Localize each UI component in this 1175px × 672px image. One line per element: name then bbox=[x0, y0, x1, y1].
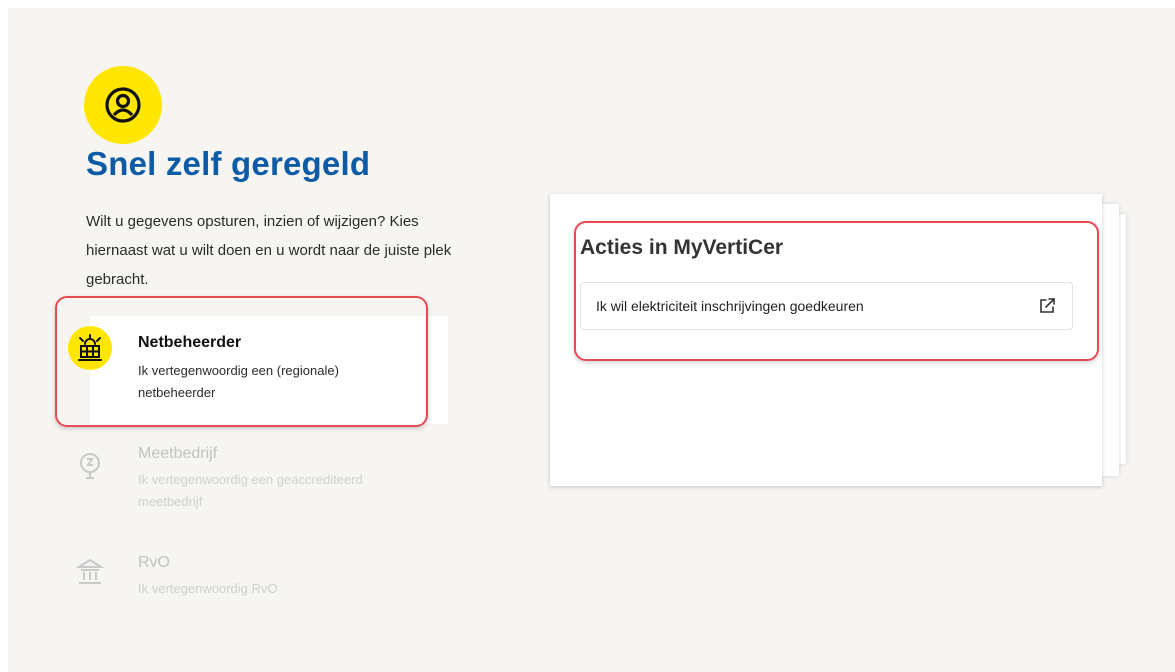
solar-panel-icon bbox=[68, 326, 112, 370]
role-title-rvo: RvO bbox=[138, 554, 170, 571]
actions-card: Acties in MyVertiCer Ik wil elektricitei… bbox=[550, 194, 1102, 486]
role-option-netbeheerder[interactable]: Netbeheerder Ik vertegenwoordig een (reg… bbox=[68, 316, 448, 424]
action-label: Ik wil elektriciteit inschrijvingen goed… bbox=[596, 298, 864, 314]
user-circle-icon bbox=[84, 66, 162, 144]
card-stack-middle bbox=[1102, 204, 1119, 476]
role-description-netbeheerder: Ik vertegenwoordig een (regionale) netbe… bbox=[138, 363, 339, 400]
role-description-meetbedrijf: Ik vertegenwoordig een geaccrediteerd me… bbox=[138, 472, 363, 509]
role-title-meetbedrijf: Meetbedrijf bbox=[138, 445, 218, 462]
role-option-rvo[interactable]: RvO Ik vertegenwoordig RvO bbox=[75, 552, 448, 602]
government-building-icon bbox=[68, 550, 112, 594]
page-title: Snel zelf geregeld bbox=[86, 145, 371, 182]
role-description-rvo: Ik vertegenwoordig RvO bbox=[138, 581, 278, 596]
meter-icon bbox=[68, 443, 112, 487]
role-option-meetbedrijf[interactable]: Meetbedrijf Ik vertegenwoordig een geacc… bbox=[80, 443, 448, 523]
role-title-netbeheerder: Netbeheerder bbox=[138, 334, 242, 351]
actions-card-title: Acties in MyVertiCer bbox=[580, 236, 784, 259]
approve-electricity-registrations-link[interactable]: Ik wil elektriciteit inschrijvingen goed… bbox=[580, 282, 1073, 330]
external-link-icon bbox=[1038, 297, 1056, 320]
intro-text: Wilt u gegevens opsturen, inzien of wijz… bbox=[86, 213, 452, 288]
